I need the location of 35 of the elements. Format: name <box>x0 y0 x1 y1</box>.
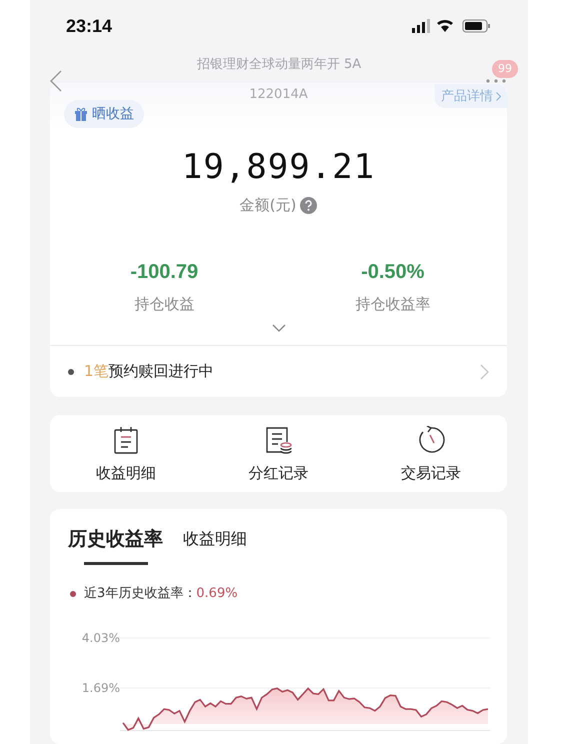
back-icon[interactable] <box>50 70 62 92</box>
y-axis-label: 4.03% <box>82 631 120 645</box>
help-icon[interactable] <box>300 196 318 214</box>
metric-label: 持仓收益 <box>134 294 194 315</box>
expand-icon[interactable] <box>272 324 286 332</box>
redemption-notice[interactable]: 1笔预约赎回进行中 <box>84 362 470 381</box>
history-tab[interactable]: 历史收益率 <box>68 526 163 552</box>
wifi-icon <box>437 20 453 32</box>
product-code: 122014A <box>249 86 308 104</box>
notification-badge: 99 <box>492 60 518 78</box>
battery-icon <box>462 20 490 32</box>
chevron-right-icon <box>496 92 501 100</box>
more-icon[interactable] <box>486 79 506 83</box>
signal-icon <box>412 19 430 33</box>
chevron-right-icon <box>480 364 489 380</box>
metric-label: 持仓收益率 <box>355 294 430 315</box>
amount-value: 19,899.21 <box>182 147 376 187</box>
share-earnings-button[interactable]: 晒收益 <box>64 100 144 128</box>
metric-value: -0.50% <box>361 260 424 285</box>
amount-label: 金额(元) <box>240 195 296 216</box>
gift-icon <box>74 107 88 121</box>
shortcut-button[interactable]: 分红记录 <box>202 426 355 484</box>
legend-dot <box>70 591 76 597</box>
document-coins-icon <box>264 426 292 454</box>
metric-value: -100.79 <box>130 260 198 285</box>
product-title: 招银理财全球动量两年开 5A <box>196 56 362 74</box>
bullet-dot <box>68 368 74 374</box>
shortcut-button[interactable]: 收益明细 <box>50 426 202 484</box>
clipboard-icon <box>113 426 140 454</box>
history-tab[interactable]: 收益明细 <box>183 526 247 552</box>
y-axis-label: 1.69% <box>82 681 120 695</box>
clock-icon <box>416 426 445 454</box>
shortcut-button[interactable]: 交易记录 <box>354 426 507 484</box>
status-time: 23:14 <box>66 16 112 36</box>
legend-text: 近3年历史收益率：0.69% <box>84 585 238 603</box>
